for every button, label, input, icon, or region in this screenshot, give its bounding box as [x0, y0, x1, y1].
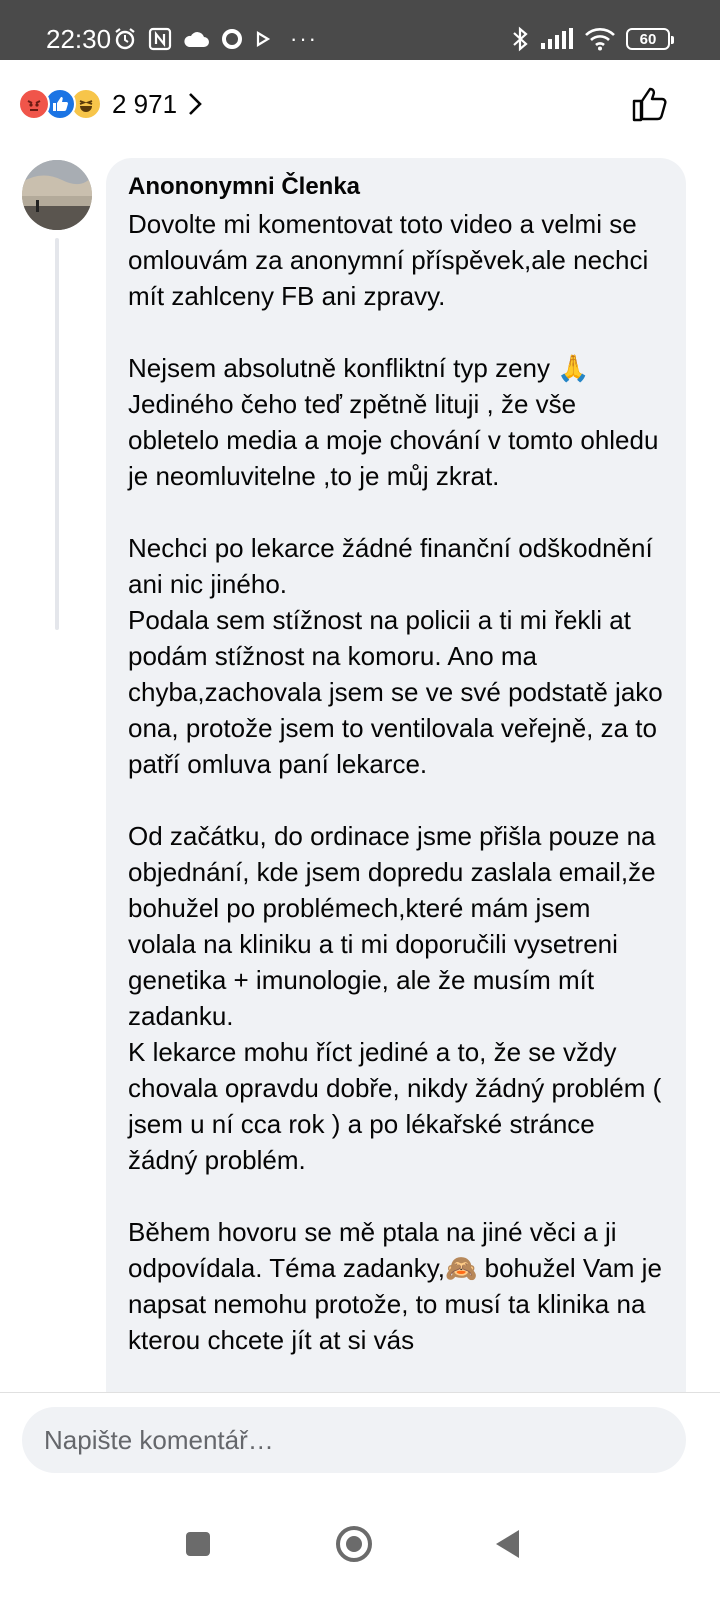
back-triangle-icon: [496, 1530, 519, 1558]
status-left-icons: ···: [112, 24, 318, 54]
status-time: 22:30: [46, 24, 112, 54]
recent-apps-button[interactable]: [176, 1522, 220, 1566]
reactions-summary[interactable]: 2 971: [18, 84, 203, 124]
comment-input[interactable]: [22, 1407, 686, 1473]
navigation-bar: [0, 1492, 720, 1600]
chevron-right-icon: [187, 91, 203, 117]
wifi-icon: [584, 27, 616, 51]
alarm-icon: [112, 26, 138, 52]
comment-composer: [0, 1392, 720, 1492]
status-bar: 22:30 ··· 60: [0, 0, 720, 60]
like-button[interactable]: [630, 84, 670, 124]
reaction-count: 2 971: [112, 88, 178, 119]
avatar-image: [22, 160, 92, 230]
circle-icon: [220, 27, 244, 51]
square-icon: [186, 1532, 210, 1556]
status-right-icons: 60: [510, 24, 674, 54]
cloud-icon: [182, 28, 210, 50]
play-icon: [254, 29, 272, 49]
home-circle-icon: [336, 1526, 372, 1562]
signal-icon: [540, 27, 574, 51]
bluetooth-icon: [510, 26, 530, 52]
back-button[interactable]: [486, 1522, 530, 1566]
battery-indicator: 60: [626, 28, 674, 50]
thumbs-up-icon: [632, 87, 667, 122]
comment-author[interactable]: Anononymni Členka: [128, 172, 664, 202]
comment-text: Dovolte mi komentovat toto video a velmi…: [128, 209, 663, 1355]
home-button[interactable]: [332, 1522, 376, 1566]
nfc-icon: [148, 27, 172, 51]
avatar[interactable]: [22, 160, 92, 230]
status-overflow: ···: [290, 26, 318, 51]
comment-bubble[interactable]: Anononymni Členka Dovolte mi komentovat …: [106, 158, 686, 1458]
thread-line: [55, 238, 59, 630]
angry-reaction-icon: [18, 88, 50, 120]
